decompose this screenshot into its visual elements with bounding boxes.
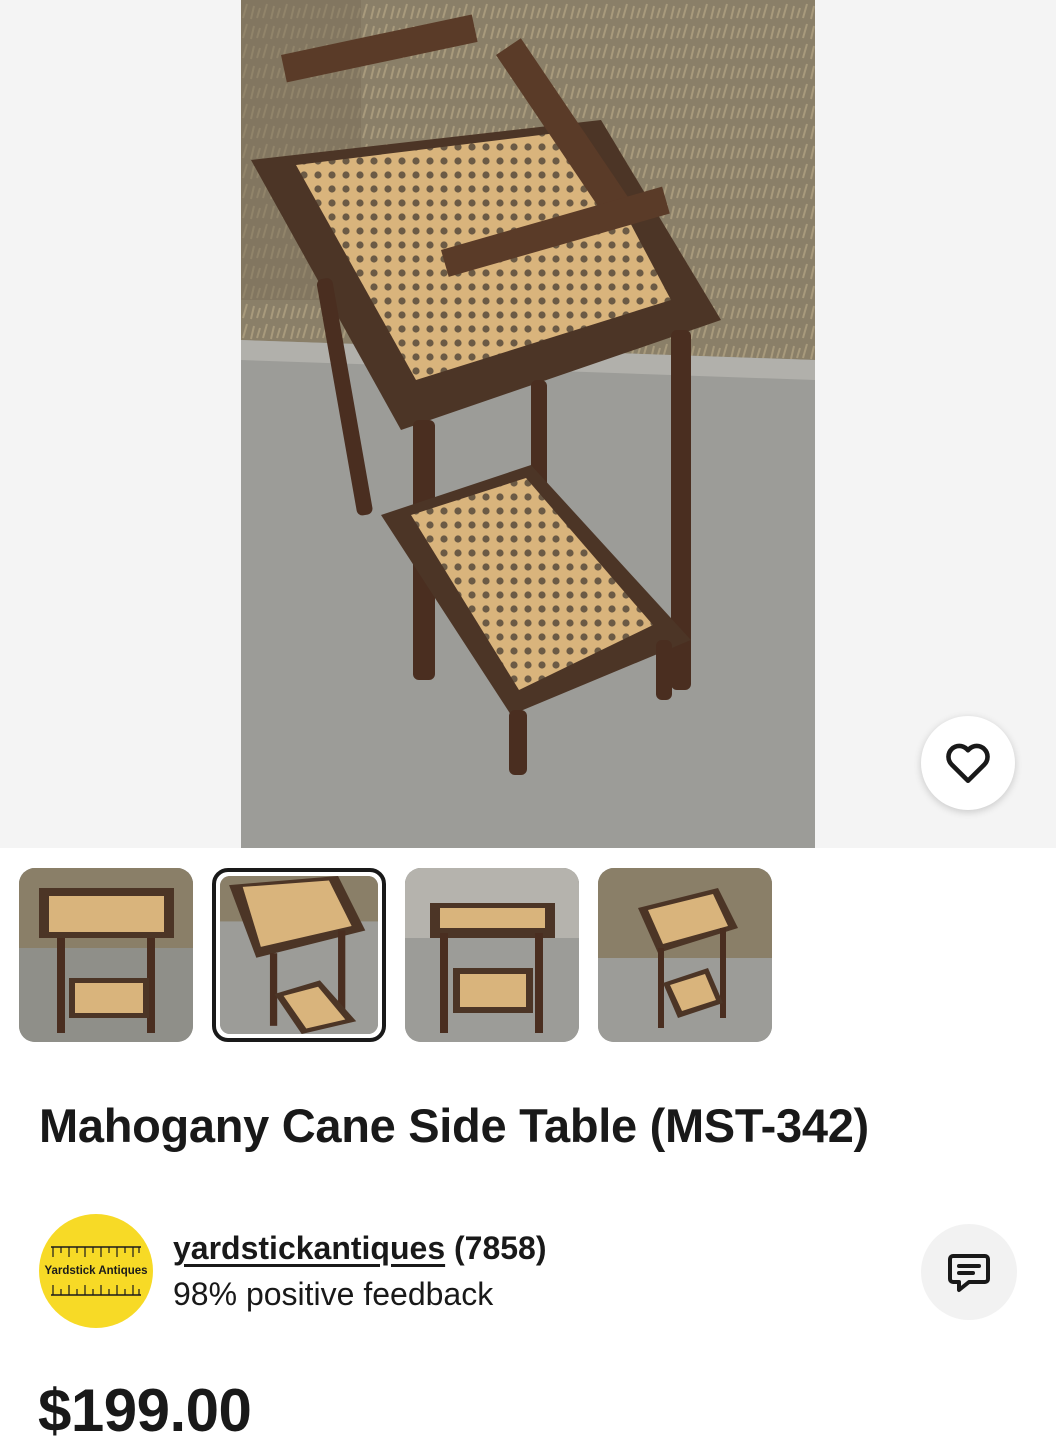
seller-username-link[interactable]: yardstickantiques bbox=[173, 1230, 445, 1266]
listing-price: $199.00 bbox=[38, 1377, 252, 1440]
heart-outline-icon bbox=[946, 743, 990, 783]
listing-title: Mahogany Cane Side Table (MST-342) bbox=[39, 1099, 869, 1152]
ruler-icon bbox=[51, 1285, 141, 1296]
thumbnail-1[interactable] bbox=[19, 868, 193, 1042]
seller-name-row: yardstickantiques (7858) bbox=[173, 1230, 547, 1267]
thumbnail-2[interactable] bbox=[212, 868, 386, 1042]
thumbnail-4[interactable] bbox=[598, 868, 772, 1042]
seller-feedback: 98% positive feedback bbox=[173, 1276, 494, 1312]
seller-avatar[interactable]: Yardstick Antiques bbox=[39, 1214, 153, 1328]
thumbnail-strip bbox=[19, 868, 772, 1042]
message-bubble-icon bbox=[948, 1254, 990, 1292]
seller-rating-count: (7858) bbox=[454, 1230, 547, 1266]
favorite-button[interactable] bbox=[921, 716, 1015, 810]
ruler-icon bbox=[51, 1246, 141, 1257]
thumbnail-3[interactable] bbox=[405, 868, 579, 1042]
main-image-area[interactable] bbox=[0, 0, 1056, 848]
message-seller-button[interactable] bbox=[921, 1224, 1017, 1320]
main-product-photo[interactable] bbox=[241, 0, 815, 848]
seller-info: Yardstick Antiques yardstickantiques (78… bbox=[39, 1214, 1019, 1328]
seller-logo-text: Yardstick Antiques bbox=[44, 1265, 148, 1277]
